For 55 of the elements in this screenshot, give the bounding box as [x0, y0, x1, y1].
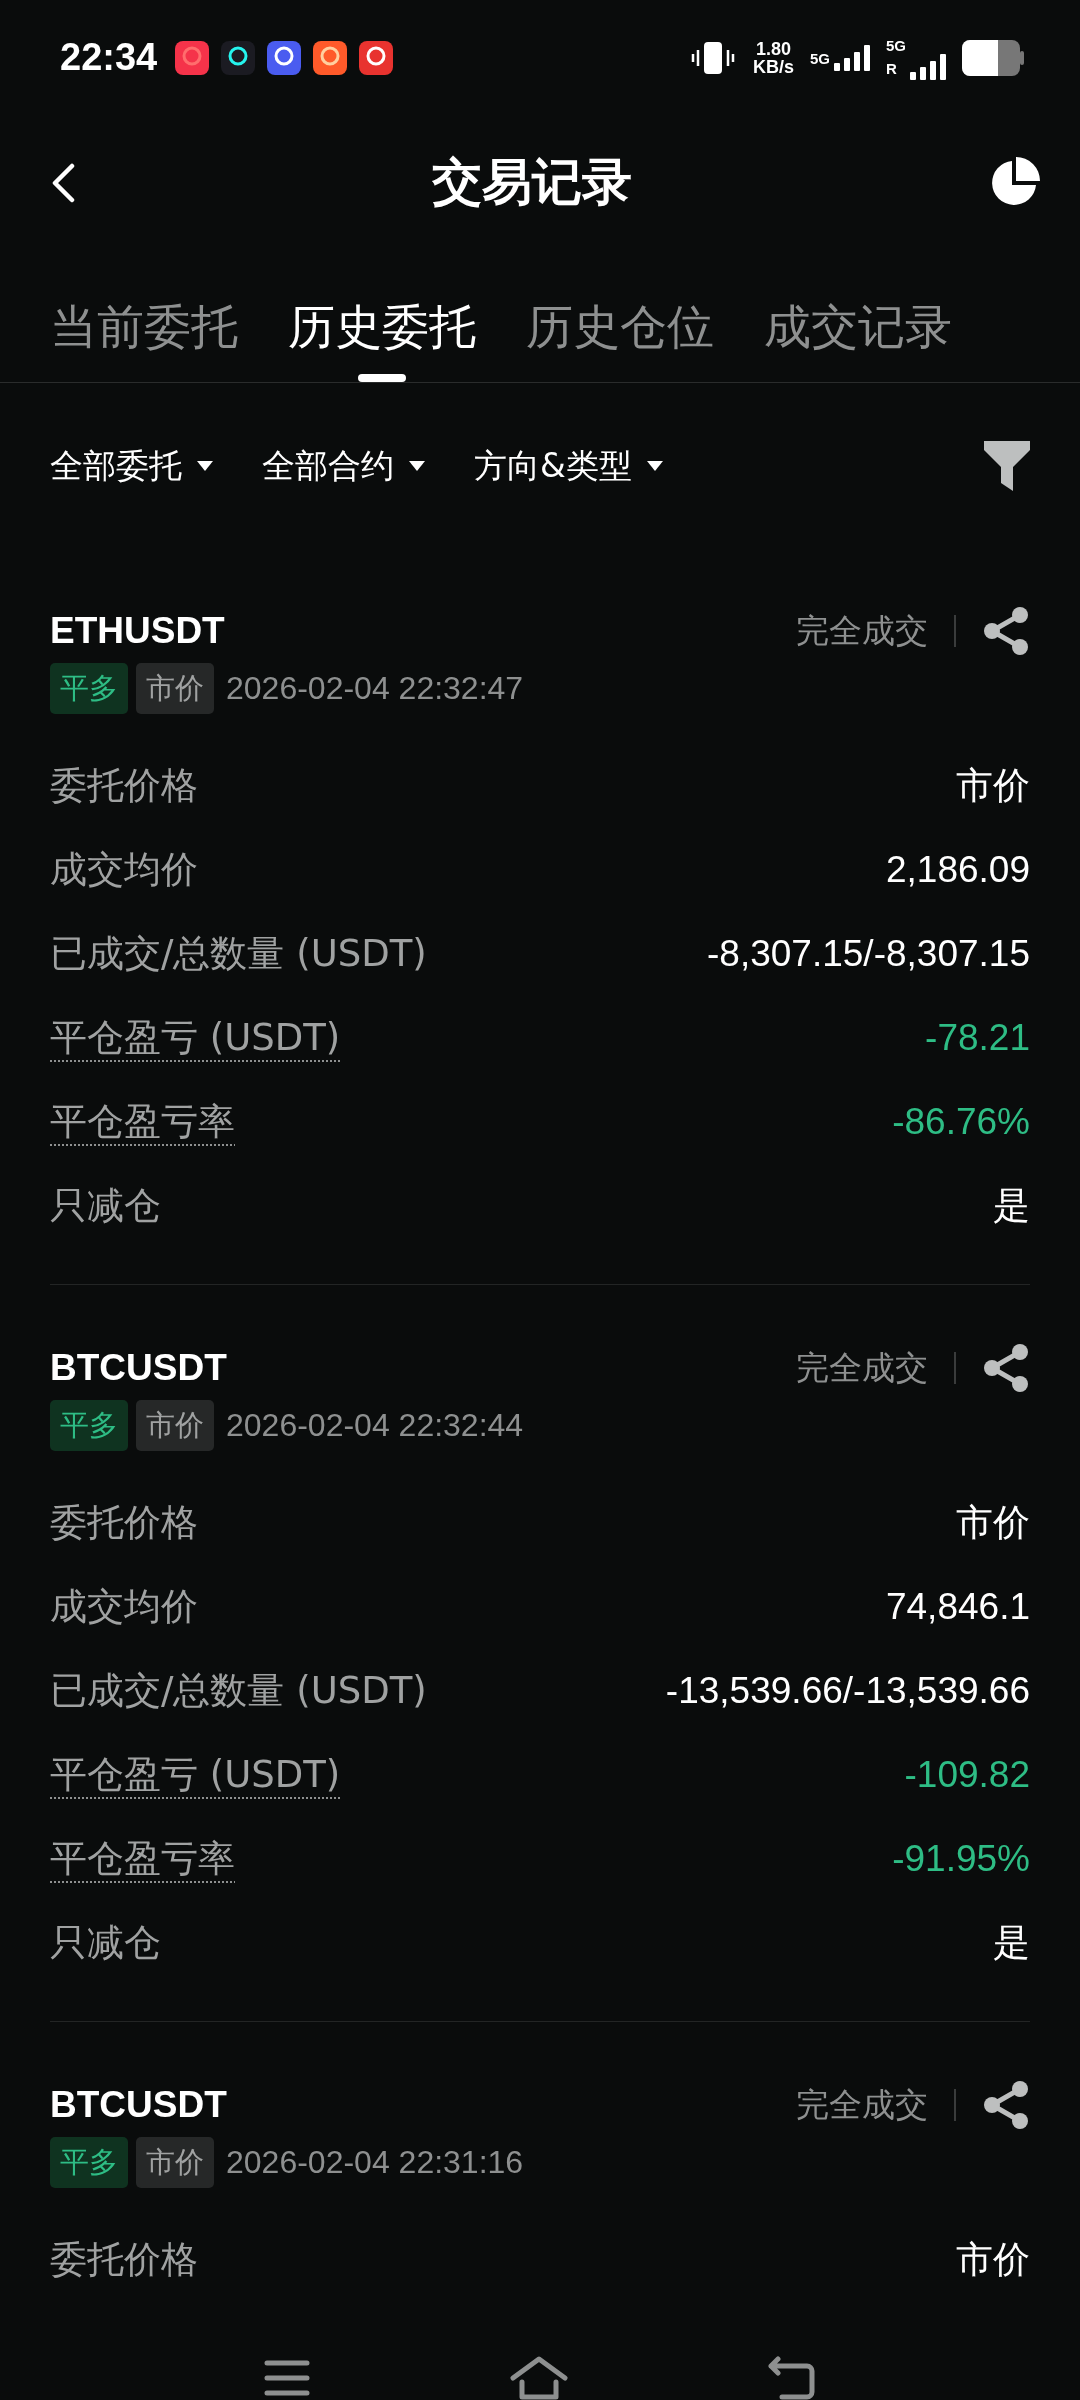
- order-time: 2026-02-04 22:32:47: [226, 669, 524, 709]
- order-status: 完全成交: [796, 610, 928, 652]
- direction-tag: 平多: [50, 662, 128, 714]
- order-status: 完全成交: [796, 2084, 928, 2126]
- field-label: 只减仓: [50, 1183, 161, 1230]
- symbol-name: BTCUSDT: [50, 2083, 227, 2127]
- order-time: 2026-02-04 22:32:44: [226, 1406, 524, 1446]
- field-label: 已成交/总数量 (USDT): [50, 931, 427, 978]
- tab[interactable]: 历史仓位: [526, 250, 714, 382]
- tab[interactable]: 当前委托: [50, 250, 238, 382]
- order-time: 2026-02-04 22:31:16: [226, 2143, 524, 2183]
- order-type-tag: 市价: [136, 1399, 214, 1451]
- field-value: 是: [993, 1184, 1030, 1229]
- direction-tag: 平多: [50, 2136, 128, 2188]
- filter-dropdown[interactable]: 全部委托: [50, 440, 214, 491]
- field-value: 市价: [956, 1501, 1030, 1546]
- order-status: 完全成交: [796, 1347, 928, 1389]
- field-value: -91.95%: [892, 1837, 1030, 1882]
- field-label: 已成交/总数量 (USDT): [50, 1668, 427, 1715]
- symbol-name: ETHUSDT: [50, 609, 225, 653]
- speed-unit: KB/s: [752, 57, 794, 76]
- field-value: 2,186.09: [885, 848, 1030, 893]
- clock-time: 22:34: [60, 35, 158, 80]
- network-speed: 1.80: [754, 39, 792, 58]
- field-label[interactable]: 平仓盈亏 (USDT): [50, 1747, 341, 1803]
- symbol-name: BTCUSDT: [50, 1346, 227, 1390]
- tab[interactable]: 历史委托: [288, 250, 476, 382]
- field-label: 委托价格: [50, 1500, 198, 1547]
- order-type-tag: 市价: [136, 662, 214, 714]
- field-value: 是: [993, 1921, 1030, 1966]
- field-value: 市价: [956, 764, 1030, 809]
- field-label: 委托价格: [50, 763, 198, 810]
- field-value: -109.82: [904, 1753, 1030, 1798]
- field-label: 成交均价: [50, 847, 198, 894]
- field-label: 只减仓: [50, 1920, 161, 1967]
- field-value: -13,539.66/-13,539.66: [665, 1669, 1030, 1714]
- network-type: 5G: [809, 49, 830, 69]
- field-value: -86.76%: [892, 1100, 1030, 1145]
- order-type-tag: 市价: [136, 2136, 214, 2188]
- field-label: 委托价格: [50, 2237, 198, 2284]
- roaming-label: R: [886, 58, 897, 79]
- field-label[interactable]: 平仓盈亏率: [50, 1831, 235, 1887]
- filter-dropdown[interactable]: 全部合约: [262, 440, 426, 491]
- direction-tag: 平多: [50, 1399, 128, 1451]
- page-title: 交易记录: [432, 152, 632, 213]
- field-value: -78.21: [925, 1016, 1030, 1061]
- field-value: -8,307.15/-8,307.15: [707, 932, 1030, 977]
- field-value: 市价: [956, 2238, 1030, 2283]
- network-type: 5G: [886, 36, 906, 56]
- field-value: 74,846.1: [885, 1585, 1030, 1630]
- filter-dropdown[interactable]: 方向&类型: [474, 440, 664, 491]
- field-label: 成交均价: [50, 1584, 198, 1631]
- tab[interactable]: 成交记录: [764, 250, 952, 382]
- field-label[interactable]: 平仓盈亏率: [50, 1094, 235, 1150]
- field-label[interactable]: 平仓盈亏 (USDT): [50, 1010, 341, 1066]
